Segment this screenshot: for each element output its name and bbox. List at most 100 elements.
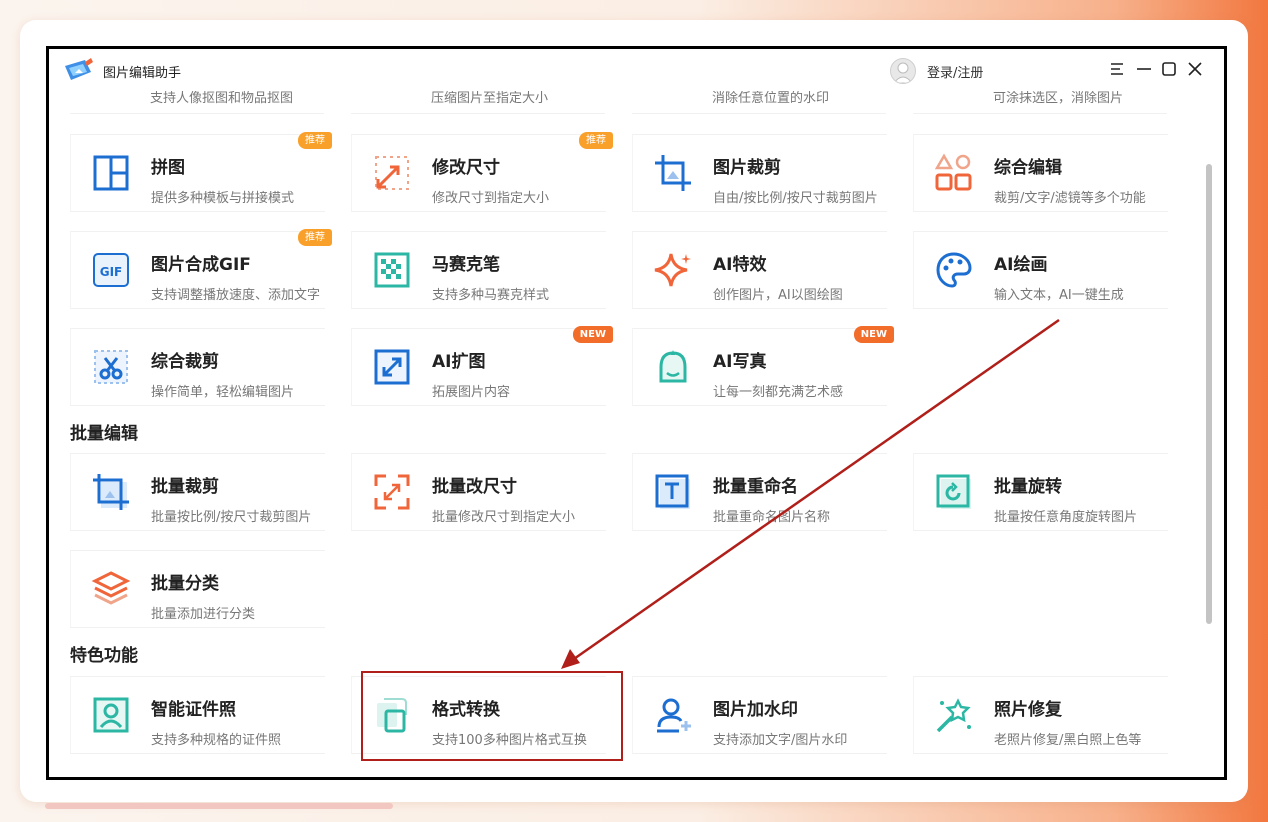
feature-card-ai-expand[interactable]: AI扩图 拓展图片内容 NEW [351,326,613,406]
card-description: 支持多种规格的证件照 [151,733,282,748]
card-title: 批量重命名 [713,477,798,497]
card-title: 智能证件照 [151,700,236,720]
feature-card-ai-effects[interactable]: AI特效 创作图片，AI以图绘图 [632,231,887,309]
batch-crop-icon [93,474,129,510]
menu-button[interactable] [1106,57,1130,81]
section-heading-batch: 批量编辑 [70,424,138,444]
card-title: AI扩图 [432,352,486,372]
svg-text:GIF: GIF [100,265,123,279]
maximize-button[interactable] [1157,57,1181,81]
feature-card-ai-portrait[interactable]: AI写真 让每一刻都充满艺术感 NEW [632,326,894,406]
rename-icon [655,474,690,509]
card-description: 让每一刻都充满艺术感 [713,385,844,400]
card-title: 图片裁剪 [713,158,781,178]
card-description: 批量按任意角度旋转图片 [994,510,1138,525]
card-description: 批量按比例/按尺寸裁剪图片 [151,510,312,525]
section-heading-features: 特色功能 [70,646,138,666]
recommend-badge: 推荐 [298,132,332,149]
card-description: 批量重命名图片名称 [713,510,831,525]
card-title: 马赛克笔 [432,255,500,275]
feature-card-batch-rename[interactable]: 批量重命名 批量重命名图片名称 [632,453,887,531]
card-description: 自由/按比例/按尺寸裁剪图片 [713,191,878,206]
expand-icon [374,349,410,385]
feature-card-general-edit[interactable]: 综合编辑 裁剪/文字/滤镜等多个功能 [913,134,1168,212]
shapes-icon [934,153,972,191]
feature-card-crop[interactable]: 图片裁剪 自由/按比例/按尺寸裁剪图片 [632,134,887,212]
feature-card-comprehensive-crop[interactable]: 综合裁剪 操作简单，轻松编辑图片 [70,328,325,406]
rotate-icon [936,474,971,509]
decorative-bar [45,803,393,809]
card-description: 修改尺寸到指定大小 [432,191,550,206]
card-title: AI特效 [713,255,767,275]
card-title: 批量旋转 [994,477,1062,497]
card-description: 创作图片，AI以图绘图 [713,288,843,303]
menu-icon [1111,63,1123,75]
new-badge: NEW [853,326,894,343]
card-description: 输入文本，AI一键生成 [994,288,1124,303]
feature-card-photo-repair[interactable]: 照片修复 老照片修复/黑白照上色等 [913,676,1168,754]
avatar[interactable] [890,58,916,84]
card-title: 综合裁剪 [151,352,219,372]
new-badge: NEW [572,326,613,343]
feature-content: 支持人像抠图和物品抠图 压缩图片至指定大小 消除任意位置的水印 可涂抹选区，消除… [49,49,1224,777]
feature-card-resize[interactable]: 修改尺寸 修改尺寸到指定大小 推荐 [351,132,613,212]
feature-card-batch-classify[interactable]: 批量分类 批量添加进行分类 [70,550,325,628]
minimize-icon [1137,68,1151,70]
user-icon [893,62,913,83]
app-window: 支持人像抠图和物品抠图 压缩图片至指定大小 消除任意位置的水印 可涂抹选区，消除… [46,46,1227,780]
mosaic-icon [374,252,410,288]
card-title: AI绘画 [994,255,1048,275]
login-register-link[interactable]: 登录/注册 [927,62,983,81]
watermark-icon [657,698,691,733]
feature-card-gif[interactable]: GIF 图片合成GIF 支持调整播放速度、添加文字 推荐 [70,229,332,309]
feature-card-batch-resize[interactable]: 批量改尺寸 批量修改尺寸到指定大小 [351,453,606,531]
card-description: 提供多种模板与拼接模式 [151,191,295,206]
card-description: 裁剪/文字/滤镜等多个功能 [994,191,1146,206]
minimize-button[interactable] [1132,57,1156,81]
close-icon [1188,62,1202,76]
collage-icon [93,155,129,191]
close-button[interactable] [1183,57,1207,81]
card-description: 批量修改尺寸到指定大小 [432,510,576,525]
card-description: 老照片修复/黑白照上色等 [994,733,1142,748]
card-title: 批量分类 [151,574,219,594]
feature-card-batch-rotate[interactable]: 批量旋转 批量按任意角度旋转图片 [913,453,1168,531]
card-title: 拼图 [151,158,185,178]
recommend-badge: 推荐 [298,229,332,246]
layers-icon [91,571,131,605]
batch-resize-icon [374,474,410,510]
card-title: 批量裁剪 [151,477,219,497]
title-bar: 图片编辑助手 登录/注册 [49,49,1224,91]
scissors-icon [94,350,128,384]
card-title: 综合编辑 [994,158,1062,178]
feature-card-id-photo[interactable]: 智能证件照 支持多种规格的证件照 [70,676,325,754]
card-description: 支持多种马赛克样式 [432,288,550,303]
card-description: 操作简单，轻松编辑图片 [151,385,295,400]
maximize-icon [1162,62,1176,76]
crop-icon [655,155,691,191]
card-description: 批量添加进行分类 [151,607,256,622]
id-photo-icon [93,697,129,733]
card-title: 照片修复 [994,700,1062,720]
feature-card-collage[interactable]: 拼图 提供多种模板与拼接模式 推荐 [70,132,332,212]
magic-wand-icon [936,698,971,733]
card-description: 拓展图片内容 [432,385,511,400]
feature-card-watermark[interactable]: 图片加水印 支持添加文字/图片水印 [632,676,887,754]
feature-card-batch-crop[interactable]: 批量裁剪 批量按比例/按尺寸裁剪图片 [70,453,325,531]
card-title: 图片加水印 [713,700,798,720]
feature-card-mosaic[interactable]: 马赛克笔 支持多种马赛克样式 [351,231,606,309]
scrollbar-thumb[interactable] [1206,164,1212,624]
palette-icon [936,252,972,288]
card-description: 支持调整播放速度、添加文字 [151,288,321,303]
feature-card-ai-painting[interactable]: AI绘画 输入文本，AI一键生成 [913,231,1168,309]
card-title: AI写真 [713,352,767,372]
gif-icon: GIF [93,253,129,287]
annotation-highlight-box [361,671,623,761]
card-title: 批量改尺寸 [432,477,517,497]
portrait-icon [659,350,687,383]
app-title: 图片编辑助手 [103,66,182,81]
card-title: 图片合成GIF [151,255,251,275]
sparkle-icon [654,253,691,287]
card-description: 支持添加文字/图片水印 [713,733,848,748]
app-logo-icon [65,58,93,80]
